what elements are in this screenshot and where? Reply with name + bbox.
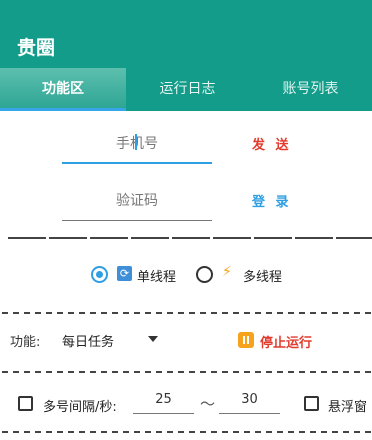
tab-account-list[interactable]: 账号列表 bbox=[249, 68, 372, 111]
multi-account-interval-checkbox[interactable] bbox=[18, 396, 33, 411]
range-separator: ～ bbox=[200, 395, 216, 413]
tab-functions-label: 功能区 bbox=[42, 81, 84, 97]
single-thread-radio[interactable] bbox=[91, 266, 108, 283]
interval-min-input[interactable]: 25 bbox=[133, 389, 194, 415]
app-title: 贵圈 bbox=[17, 37, 56, 59]
interval-max-underline bbox=[219, 413, 280, 414]
separator bbox=[2, 312, 372, 314]
tab-run-log[interactable]: 运行日志 bbox=[126, 68, 249, 111]
text-cursor bbox=[135, 134, 137, 150]
multi-thread-label: 多线程 bbox=[243, 270, 283, 285]
interval-min-value: 25 bbox=[155, 392, 172, 407]
refresh-icon: ⟳ bbox=[117, 266, 132, 281]
stop-run-button[interactable]: 停止运行 bbox=[238, 329, 338, 351]
single-thread-label: 单线程 bbox=[137, 270, 177, 285]
code-placeholder: 验证码 bbox=[116, 193, 158, 209]
send-code-button[interactable]: 发 送 bbox=[252, 134, 292, 153]
interval-max-input[interactable]: 30 bbox=[219, 389, 280, 415]
floating-window-label: 悬浮窗 bbox=[328, 400, 368, 415]
separator bbox=[2, 431, 372, 433]
code-field[interactable]: 验证码 bbox=[62, 185, 212, 221]
dropdown-arrow-icon bbox=[148, 336, 158, 342]
tab-functions[interactable]: 功能区 bbox=[0, 68, 126, 111]
stop-run-label: 停止运行 bbox=[260, 336, 313, 351]
pause-icon bbox=[238, 332, 254, 348]
interval-min-underline bbox=[133, 413, 194, 414]
interval-label: 多号间隔/秒: bbox=[43, 400, 117, 415]
function-selected-value: 每日任务 bbox=[62, 335, 115, 350]
code-underline bbox=[62, 220, 212, 221]
multi-thread-radio[interactable] bbox=[196, 266, 213, 283]
app-bar: 贵圈 bbox=[0, 0, 372, 68]
separator bbox=[2, 371, 372, 373]
tab-bar: 功能区 运行日志 账号列表 bbox=[0, 68, 372, 111]
login-button[interactable]: 登 录 bbox=[252, 191, 292, 210]
floating-window-checkbox[interactable] bbox=[304, 396, 319, 411]
phone-underline bbox=[62, 162, 212, 164]
phone-placeholder: 手机号 bbox=[116, 136, 158, 152]
separator bbox=[8, 237, 372, 239]
interval-max-value: 30 bbox=[241, 392, 258, 407]
tab-run-log-label: 运行日志 bbox=[159, 81, 216, 97]
phone-field[interactable]: 手机号 bbox=[62, 128, 212, 164]
thread-mode-group: ⟳ 单线程 ⚡ 多线程 bbox=[0, 262, 372, 288]
tab-account-list-label: 账号列表 bbox=[282, 81, 339, 97]
tab-active-indicator bbox=[0, 108, 126, 111]
function-label: 功能: bbox=[10, 335, 41, 350]
function-dropdown[interactable]: 每日任务 bbox=[60, 326, 170, 352]
lightning-icon: ⚡ bbox=[222, 264, 232, 280]
